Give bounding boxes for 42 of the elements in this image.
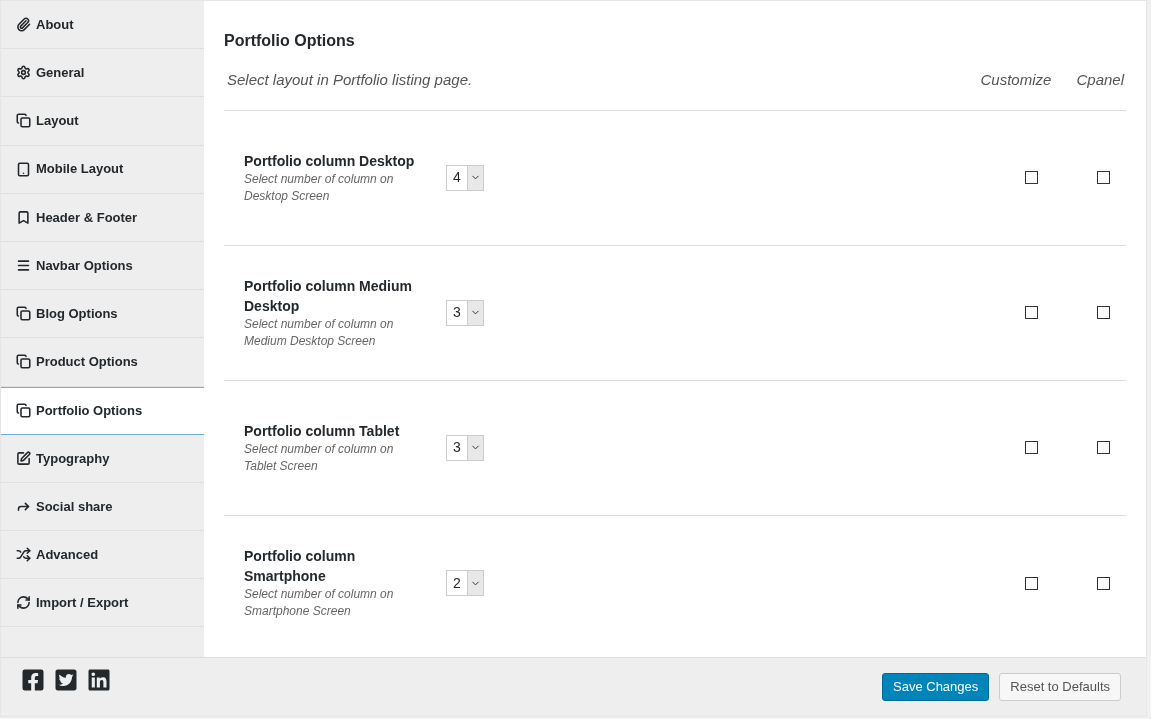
option-description: Select number of column on Tablet Screen (244, 440, 395, 475)
column-select[interactable]: 4 (446, 164, 484, 191)
refresh-icon (16, 595, 31, 611)
column-select[interactable]: 3 (446, 299, 484, 326)
checkbox[interactable] (1097, 441, 1110, 454)
reset-button[interactable]: Reset to Defaults (999, 673, 1121, 701)
option-title: Portfolio column Medium Desktop (244, 276, 413, 316)
option-title: Portfolio column Desktop (244, 151, 416, 171)
checkbox[interactable] (1025, 576, 1038, 590)
checkbox[interactable] (1025, 441, 1038, 454)
save-button[interactable]: Save Changes (882, 673, 990, 701)
column-select[interactable]: 2 (446, 570, 484, 596)
menu-icon (16, 258, 31, 274)
linkedin-icon[interactable] (87, 668, 111, 692)
option-description: Select number of column on Smartphone Screen (244, 586, 395, 620)
option-description: Select number of column on Medium Desktop Screen (244, 315, 395, 350)
column-header: Customize (980, 70, 1051, 90)
copy-icon (16, 306, 31, 322)
sidebar-item[interactable]: Portfolio Options (1, 386, 205, 435)
copy-icon (16, 403, 31, 419)
column-header: Cpanel (1076, 70, 1124, 90)
option-title: Portfolio column Smartphone (244, 547, 357, 586)
checkbox[interactable] (1097, 171, 1110, 184)
paperclip-icon (16, 17, 31, 33)
edit-icon (16, 450, 31, 466)
twitter-icon[interactable] (54, 668, 78, 692)
column-select[interactable]: 3 (446, 434, 484, 461)
shuffle-icon (16, 547, 31, 563)
facebook-icon[interactable] (21, 668, 45, 692)
copy-icon (16, 354, 31, 370)
bookmark-icon (16, 209, 31, 225)
checkbox[interactable] (1097, 576, 1110, 590)
section-title: Portfolio Options (224, 31, 356, 51)
gear-icon (16, 65, 31, 81)
section-description: Select layout in Portfolio listing page. (226, 70, 474, 90)
checkbox[interactable] (1025, 306, 1038, 319)
tablet-icon (16, 161, 31, 177)
option-title: Portfolio column Tablet (244, 421, 401, 441)
option-description: Select number of column on Desktop Screen (244, 170, 395, 205)
copy-icon (16, 113, 31, 129)
checkbox[interactable] (1025, 171, 1038, 184)
checkbox[interactable] (1097, 306, 1110, 319)
